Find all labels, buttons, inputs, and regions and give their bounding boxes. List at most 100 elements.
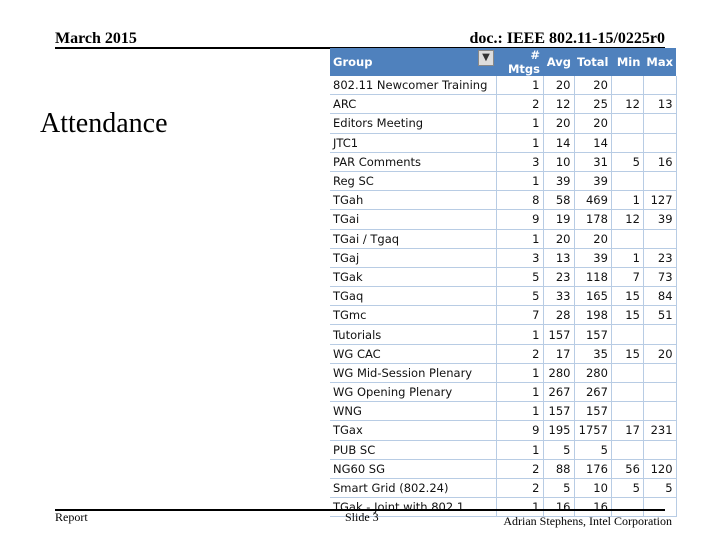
table-cell: TGax (330, 420, 497, 441)
table-cell: 2 (496, 478, 544, 499)
table-cell: 73 (643, 267, 677, 288)
table-row: TGmc 7 28 198 15 51 (330, 305, 677, 326)
column-header-label: Total (577, 55, 609, 69)
table-cell (611, 76, 644, 96)
table-cell: TGmc (330, 305, 497, 326)
table-cell: 51 (643, 305, 677, 326)
table-cell: 7 (496, 305, 544, 326)
table-cell: 2 (496, 344, 544, 364)
table-cell: 58 (543, 190, 575, 211)
table-cell: 88 (543, 459, 575, 479)
table-cell: 20 (643, 344, 677, 364)
table-cell (643, 382, 677, 403)
table-cell: 20 (574, 229, 612, 249)
table-cell: 15 (611, 286, 644, 307)
table-cell (643, 324, 677, 345)
table-cell (611, 133, 644, 153)
table-row: JTC1 1 14 14 (330, 133, 677, 153)
slide-number: Slide 3 (345, 510, 379, 524)
table-cell: 10 (543, 152, 575, 172)
table-cell: 1 (496, 363, 544, 384)
table-row: TGai / Tgaq 1 20 20 (330, 229, 677, 249)
column-header-mtgs: # Mtgs (496, 48, 543, 76)
table-row: Smart Grid (802.24) 2 5 10 5 5 (330, 478, 677, 499)
table-cell: 16 (643, 152, 677, 172)
table-row: PUB SC 1 5 5 (330, 440, 677, 460)
table-cell: 118 (574, 267, 612, 288)
table-cell: 195 (543, 420, 575, 441)
table-row: TGaq 5 33 165 15 84 (330, 286, 677, 307)
table-cell: ARC (330, 94, 497, 115)
table-cell: JTC1 (330, 133, 497, 153)
table-cell: 20 (574, 113, 612, 134)
table-cell: 17 (611, 420, 644, 441)
table-cell: 23 (543, 267, 575, 288)
table-cell (643, 229, 677, 249)
table-row: WG Opening Plenary 1 267 267 (330, 382, 677, 403)
table-cell: 280 (574, 363, 612, 384)
table-cell: 9 (496, 420, 544, 441)
table-cell (643, 440, 677, 460)
table-cell: 1 (611, 190, 644, 211)
header-doc-number: doc.: IEEE 802.11-15/0225r0 (469, 30, 665, 47)
table-row: Reg SC 1 39 39 (330, 171, 677, 192)
table-cell: 5 (543, 440, 575, 460)
table-cell: 198 (574, 305, 612, 326)
table-cell: 127 (643, 190, 677, 211)
column-header-label: # Mtgs (507, 48, 540, 76)
footer-left: Report (55, 510, 88, 524)
table-cell (643, 401, 677, 422)
table-cell: 39 (574, 171, 612, 192)
table-cell: 280 (543, 363, 575, 384)
table-cell: TGaj (330, 248, 497, 268)
table-cell: 176 (574, 459, 612, 479)
table-row: PAR Comments 3 10 31 5 16 (330, 152, 677, 172)
table-cell: 8 (496, 190, 544, 211)
table-cell (643, 363, 677, 384)
table-cell: 2 (496, 459, 544, 479)
table-cell: 12 (611, 94, 644, 115)
table-cell: 1 (611, 248, 644, 268)
column-header-min: Min (611, 48, 644, 76)
table-cell: 39 (543, 171, 575, 192)
table-cell: 231 (643, 420, 677, 441)
table-cell: 13 (643, 94, 677, 115)
table-cell: 5 (611, 152, 644, 172)
table-cell (611, 440, 644, 460)
table-cell: 3 (496, 248, 544, 268)
table-cell: 1 (496, 229, 544, 249)
table-cell: 1 (496, 113, 544, 134)
table-cell: 157 (543, 401, 575, 422)
table-cell: 15 (611, 305, 644, 326)
table-cell: 9 (496, 209, 544, 230)
table-cell: 178 (574, 209, 612, 230)
column-header-total: Total (574, 48, 612, 76)
column-header-label: Min (616, 55, 641, 69)
column-header-label: Group (333, 55, 373, 69)
column-header-avg: Avg (543, 48, 574, 76)
table-cell: 13 (543, 248, 575, 268)
table-cell: 39 (643, 209, 677, 230)
table-cell: 10 (574, 478, 612, 499)
table-row: Tutorials 1 157 157 (330, 324, 677, 345)
footer-author: Adrian Stephens, Intel Corporation (503, 514, 672, 528)
table-cell: 20 (543, 113, 575, 134)
table-cell: TGah (330, 190, 497, 211)
table-cell: 25 (574, 94, 612, 115)
table-row: Editors Meeting 1 20 20 (330, 113, 677, 134)
table-cell: 157 (574, 324, 612, 345)
table-row: WNG 1 157 157 (330, 401, 677, 422)
table-cell: Smart Grid (802.24) (330, 478, 497, 499)
table-cell (611, 229, 644, 249)
table-cell: 28 (543, 305, 575, 326)
table-cell: 33 (543, 286, 575, 307)
table-cell: 39 (574, 248, 612, 268)
table-row: TGak 5 23 118 7 73 (330, 267, 677, 288)
table-row: ARC 2 12 25 12 13 (330, 94, 677, 115)
column-header-max: Max (643, 48, 677, 76)
slide-title: Attendance (40, 108, 168, 139)
table-cell: 12 (543, 94, 575, 115)
table-cell (611, 113, 644, 134)
table-cell: Reg SC (330, 171, 497, 192)
filter-icon[interactable]: ▼ (478, 50, 494, 66)
